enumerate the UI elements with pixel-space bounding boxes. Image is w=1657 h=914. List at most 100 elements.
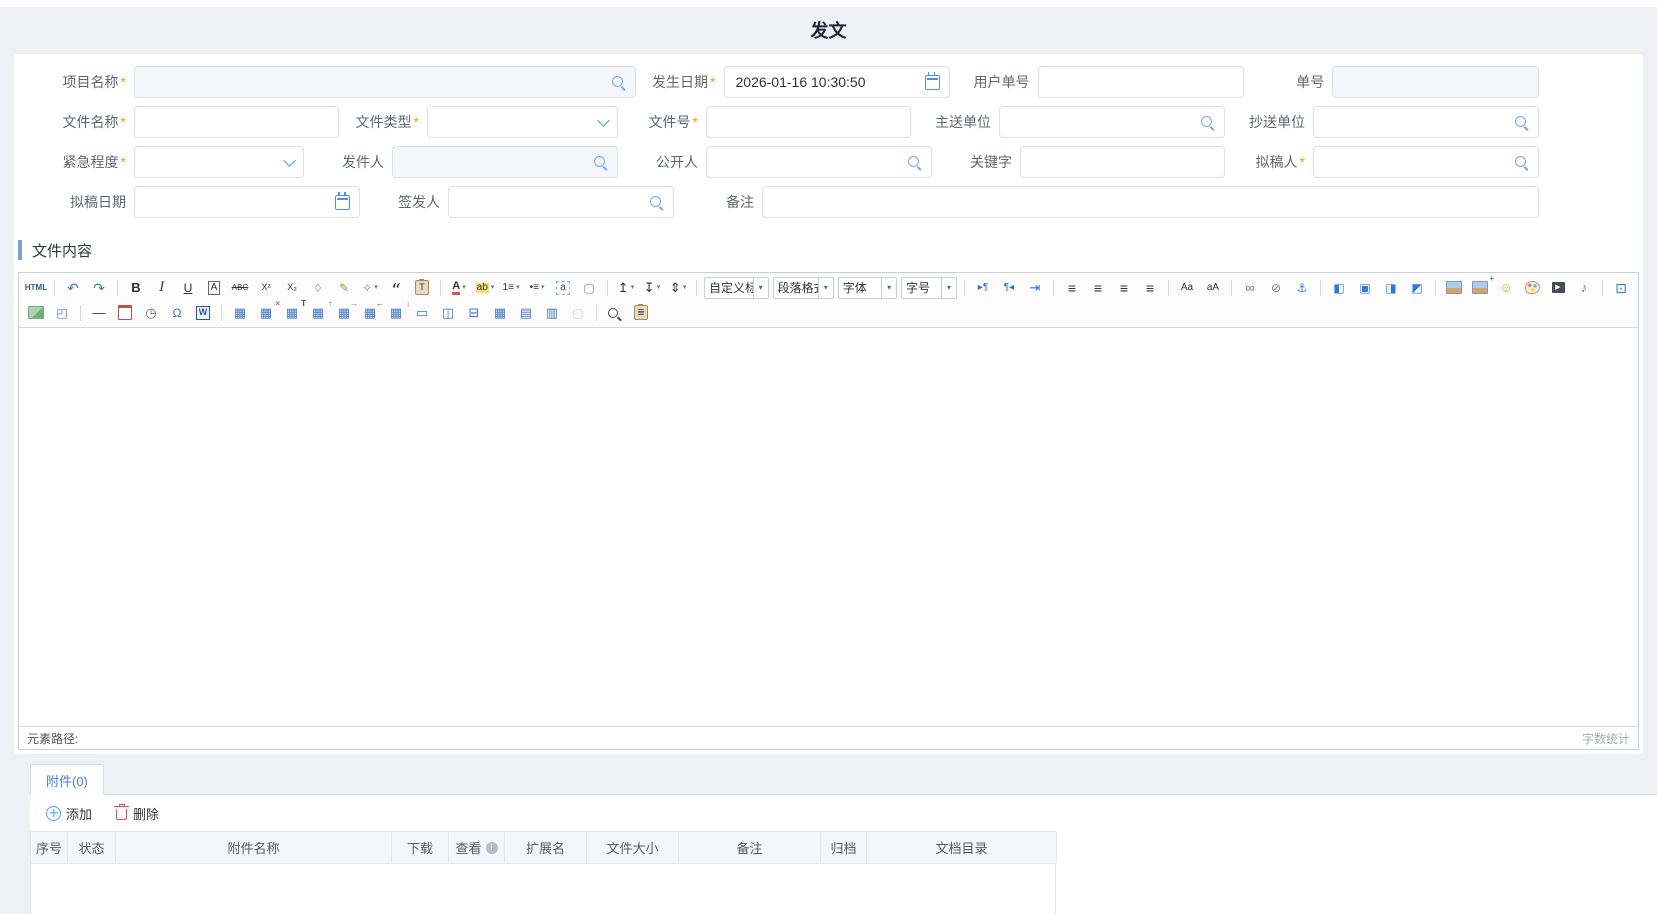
insert-iframe-icon[interactable]: ⊡ xyxy=(1609,278,1633,298)
project-name-input[interactable] xyxy=(134,66,636,98)
format-brush-icon[interactable]: ✎ xyxy=(332,278,356,298)
rtl-icon[interactable]: ¶◂ xyxy=(997,278,1021,298)
issuer-field[interactable] xyxy=(458,186,643,218)
user-order-no-field[interactable] xyxy=(1048,66,1235,98)
merge-right-icon[interactable]: ◫ xyxy=(436,303,460,323)
insert-time-icon[interactable]: ◷ xyxy=(139,303,163,323)
occur-date-field[interactable] xyxy=(734,66,919,98)
word-image-import-icon[interactable]: W xyxy=(191,303,215,323)
emotion-icon[interactable]: ☺ xyxy=(1494,278,1518,298)
calendar-icon[interactable] xyxy=(335,195,350,210)
chevron-down-icon[interactable]: ▾ xyxy=(941,278,956,298)
insert-table-icon[interactable]: ▦ xyxy=(228,303,252,323)
undo-icon[interactable]: ↶ xyxy=(61,278,85,298)
bold-icon[interactable]: B xyxy=(124,278,148,298)
split-to-rows-icon[interactable]: ▤ xyxy=(514,303,538,323)
subscript-icon[interactable]: X₂ xyxy=(280,278,304,298)
user-order-no-input[interactable] xyxy=(1038,66,1245,98)
cc-unit-input[interactable] xyxy=(1313,106,1539,138)
paragraph-format-select[interactable]: 段落格式▾ xyxy=(773,277,834,299)
split-to-cols-icon[interactable]: ▥ xyxy=(540,303,564,323)
calendar-icon[interactable] xyxy=(925,75,940,90)
row-spacing-bottom-icon[interactable]: ↧▾ xyxy=(640,278,664,298)
highlight-color-icon[interactable]: ab▾ xyxy=(473,278,497,298)
search-icon[interactable] xyxy=(593,155,608,170)
justify-left-icon[interactable]: ≡ xyxy=(1060,278,1084,298)
insert-map-icon[interactable] xyxy=(24,303,48,323)
insert-video-icon[interactable]: ▶ xyxy=(1546,278,1570,298)
clear-doc-icon[interactable]: ▢ xyxy=(577,278,601,298)
ordered-list-icon[interactable]: 1≡▾ xyxy=(499,278,523,298)
justify-center-icon[interactable]: ≡ xyxy=(1086,278,1110,298)
font-size-select[interactable]: 字号▾ xyxy=(901,277,957,299)
public-person-field[interactable] xyxy=(716,146,901,178)
split-to-cells-icon[interactable]: ▦ xyxy=(488,303,512,323)
redo-icon[interactable]: ↷ xyxy=(87,278,111,298)
drafter-field[interactable] xyxy=(1323,146,1508,178)
search-icon[interactable] xyxy=(1514,155,1529,170)
to-uppercase-icon[interactable]: Aa xyxy=(1175,278,1199,298)
screenshot-icon[interactable]: ◰ xyxy=(50,303,74,323)
remark-input[interactable] xyxy=(762,186,1539,218)
main-send-unit-field[interactable] xyxy=(1009,106,1194,138)
custom-title-select[interactable]: 自定义标题▾ xyxy=(704,277,769,299)
sender-input[interactable] xyxy=(392,146,618,178)
search-icon[interactable] xyxy=(1200,115,1215,130)
search-icon[interactable] xyxy=(907,155,922,170)
remove-format-icon[interactable]: ◊ xyxy=(306,278,330,298)
image-center-icon[interactable]: ▣ xyxy=(1353,278,1377,298)
chevron-down-icon[interactable]: ▾ xyxy=(818,278,833,298)
delete-table-icon[interactable]: ▦× xyxy=(254,303,278,323)
insert-image-icon[interactable] xyxy=(1442,278,1466,298)
merge-down-icon[interactable]: ⊟ xyxy=(462,303,486,323)
remark-field[interactable] xyxy=(772,186,1529,218)
special-chars-icon[interactable]: Ω xyxy=(165,303,189,323)
chevron-down-icon[interactable]: ▾ xyxy=(753,278,768,298)
keyword-field[interactable] xyxy=(1030,146,1215,178)
italic-icon[interactable]: I xyxy=(150,278,174,298)
source-icon[interactable]: HTML xyxy=(24,278,48,298)
insert-col-left-icon[interactable]: ▦→ xyxy=(332,303,356,323)
merge-cells-icon[interactable]: ▭ xyxy=(410,303,434,323)
attachments-table-body[interactable] xyxy=(30,864,1056,914)
occur-date-input[interactable] xyxy=(724,66,950,98)
unordered-list-icon[interactable]: •≡▾ xyxy=(525,278,549,298)
insert-row-above-icon[interactable]: ▦↑ xyxy=(306,303,330,323)
main-send-unit-input[interactable] xyxy=(999,106,1225,138)
preview-icon[interactable]: ≣ xyxy=(629,303,653,323)
public-person-input[interactable] xyxy=(706,146,932,178)
insert-music-icon[interactable]: ♪ xyxy=(1572,278,1596,298)
issuer-input[interactable] xyxy=(448,186,674,218)
unlink-icon[interactable]: ⊘ xyxy=(1264,278,1288,298)
horizontal-rule-icon[interactable]: — xyxy=(87,303,111,323)
underline-icon[interactable]: U xyxy=(176,278,200,298)
search-icon[interactable] xyxy=(1514,115,1529,130)
search-icon[interactable] xyxy=(649,195,664,210)
chevron-down-icon[interactable]: ▾ xyxy=(881,278,896,298)
link-icon[interactable]: ∞ xyxy=(1238,278,1262,298)
select-all-icon[interactable]: a xyxy=(551,278,575,298)
paste-plain-icon[interactable]: T xyxy=(410,278,434,298)
keyword-input[interactable] xyxy=(1020,146,1225,178)
superscript-icon[interactable]: X² xyxy=(254,278,278,298)
justify-right-icon[interactable]: ≡ xyxy=(1112,278,1136,298)
delete-attachment-button[interactable]: 删除 xyxy=(116,804,159,823)
line-height-icon[interactable]: ⇕▾ xyxy=(666,278,690,298)
font-family-select[interactable]: 字体▾ xyxy=(838,277,897,299)
blockquote-icon[interactable]: “ xyxy=(384,278,408,298)
urgency-select[interactable] xyxy=(134,146,304,178)
row-spacing-top-icon[interactable]: ↥▾ xyxy=(614,278,638,298)
font-color-icon[interactable]: A▾ xyxy=(447,278,471,298)
to-lowercase-icon[interactable]: aA xyxy=(1201,278,1225,298)
image-inline-icon[interactable]: ◩ xyxy=(1405,278,1429,298)
auto-typeset-icon[interactable]: ✧▾ xyxy=(358,278,382,298)
search-replace-icon[interactable] xyxy=(603,303,627,323)
indent-icon[interactable]: ⇥ xyxy=(1023,278,1047,298)
file-type-select[interactable] xyxy=(427,106,618,138)
ltr-icon[interactable]: ▸¶ xyxy=(971,278,995,298)
search-icon[interactable] xyxy=(611,75,626,90)
anchor-icon[interactable]: ⚓ xyxy=(1290,278,1314,298)
word-count-label[interactable]: 字数统计 xyxy=(1582,730,1630,747)
info-icon[interactable]: i xyxy=(486,842,498,854)
file-name-input[interactable] xyxy=(134,106,339,138)
